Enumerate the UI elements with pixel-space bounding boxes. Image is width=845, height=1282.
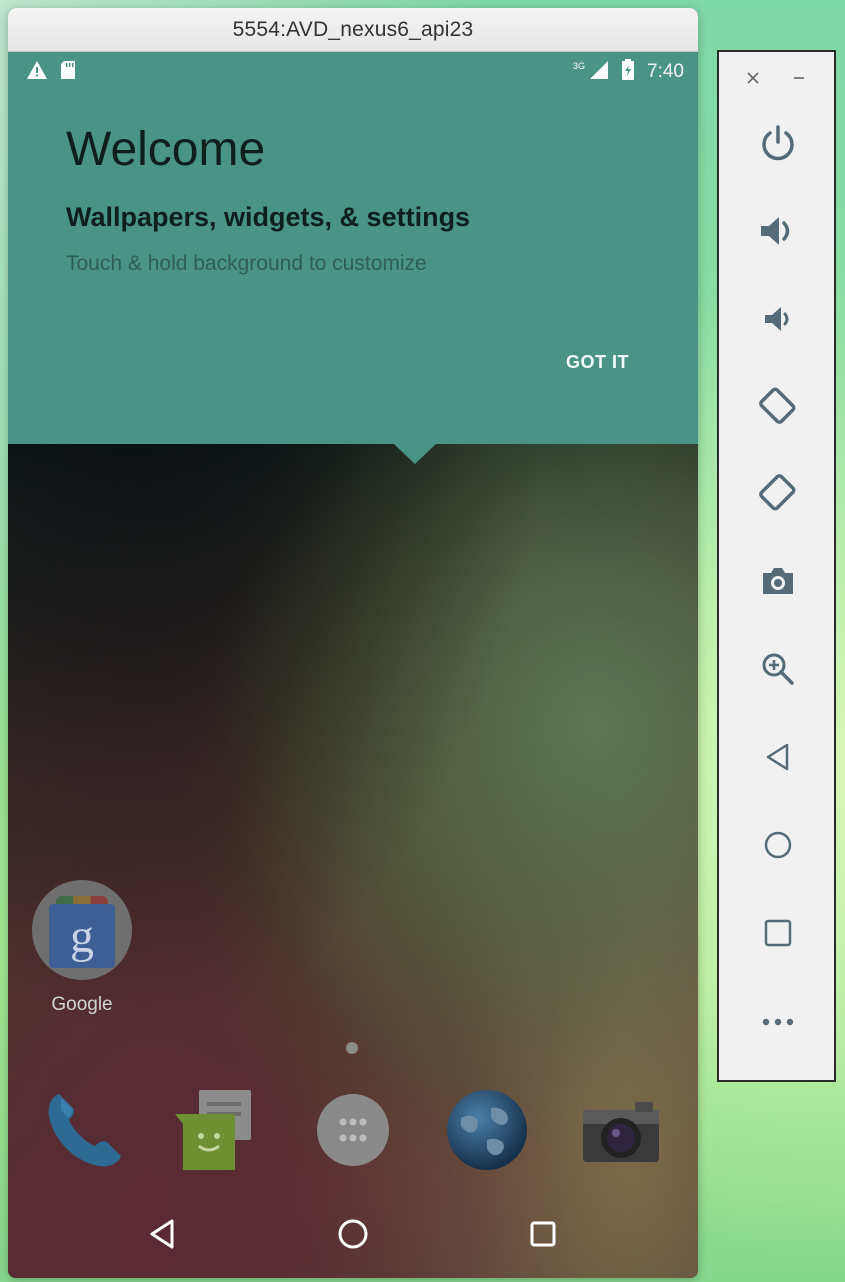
phone-icon (39, 1084, 131, 1181)
zoom-in-icon (760, 651, 796, 692)
volume-up-icon (759, 215, 797, 252)
window-title-bar[interactable]: 5554:AVD_nexus6_api23 (8, 8, 698, 52)
dock (8, 1082, 698, 1182)
rotate-right-icon (756, 471, 800, 520)
got-it-button[interactable]: GOT IT (560, 348, 635, 377)
google-app-icon[interactable]: g Google (30, 880, 134, 1016)
more-icon (761, 1014, 795, 1032)
close-icon[interactable] (745, 70, 761, 91)
page-indicator (346, 1042, 358, 1054)
overview-button[interactable] (749, 906, 807, 964)
screenshot-button[interactable] (749, 554, 807, 612)
home-icon (763, 830, 793, 865)
nav-back-button[interactable] (133, 1206, 193, 1266)
emulator-control-panel (717, 50, 836, 1082)
dock-messaging[interactable] (173, 1086, 265, 1178)
welcome-subtitle: Wallpapers, widgets, & settings (66, 202, 471, 232)
rotate-right-button[interactable] (749, 466, 807, 524)
welcome-hint: Touch & hold background to customize (66, 252, 427, 275)
more-button[interactable] (749, 994, 807, 1052)
app-drawer-icon (307, 1084, 399, 1181)
warning-icon (26, 60, 48, 85)
battery-icon (621, 58, 635, 86)
back-icon (148, 1218, 178, 1255)
signal-icon (589, 60, 609, 85)
browser-globe-icon (441, 1084, 533, 1181)
google-app-label: Google (51, 994, 113, 1015)
nav-home-button[interactable] (323, 1206, 383, 1266)
status-bar: 3G 7:40 (8, 52, 698, 92)
emulator-window: 5554:AVD_nexus6_api23 3G 7:40 Welcome Wa… (8, 8, 698, 1278)
back-icon (764, 742, 792, 777)
device-screen[interactable]: 3G 7:40 Welcome Wallpapers, widgets, & s… (8, 52, 698, 1278)
welcome-card: Welcome Wallpapers, widgets, & settings … (8, 52, 698, 444)
power-icon (760, 124, 796, 167)
rotate-left-button[interactable] (749, 378, 807, 436)
sd-card-icon (60, 60, 76, 85)
messaging-icon (173, 1084, 265, 1181)
dock-phone[interactable] (39, 1086, 131, 1178)
dock-app-drawer[interactable] (307, 1086, 399, 1178)
volume-down-icon (763, 305, 793, 338)
power-button[interactable] (749, 116, 807, 174)
back-button[interactable] (749, 730, 807, 788)
google-folder-icon: g (32, 880, 132, 980)
zoom-button[interactable] (749, 642, 807, 700)
dock-camera[interactable] (575, 1086, 667, 1178)
status-time: 7:40 (647, 61, 684, 82)
camera-icon (760, 565, 796, 602)
nav-recents-button[interactable] (513, 1206, 573, 1266)
window-title: 5554:AVD_nexus6_api23 (232, 17, 474, 41)
network-type-label: 3G (573, 61, 586, 71)
minimize-icon[interactable] (791, 70, 807, 91)
volume-up-button[interactable] (749, 204, 807, 262)
welcome-card-pointer (394, 444, 436, 464)
home-icon (337, 1218, 369, 1255)
dock-browser[interactable] (441, 1086, 533, 1178)
rotate-left-icon (756, 383, 800, 432)
camera-icon (575, 1084, 667, 1181)
home-button[interactable] (749, 818, 807, 876)
volume-down-button[interactable] (749, 292, 807, 350)
welcome-title: Welcome (66, 123, 266, 176)
overview-icon (763, 918, 793, 953)
recents-icon (529, 1220, 557, 1253)
android-navigation-bar (8, 1194, 698, 1278)
